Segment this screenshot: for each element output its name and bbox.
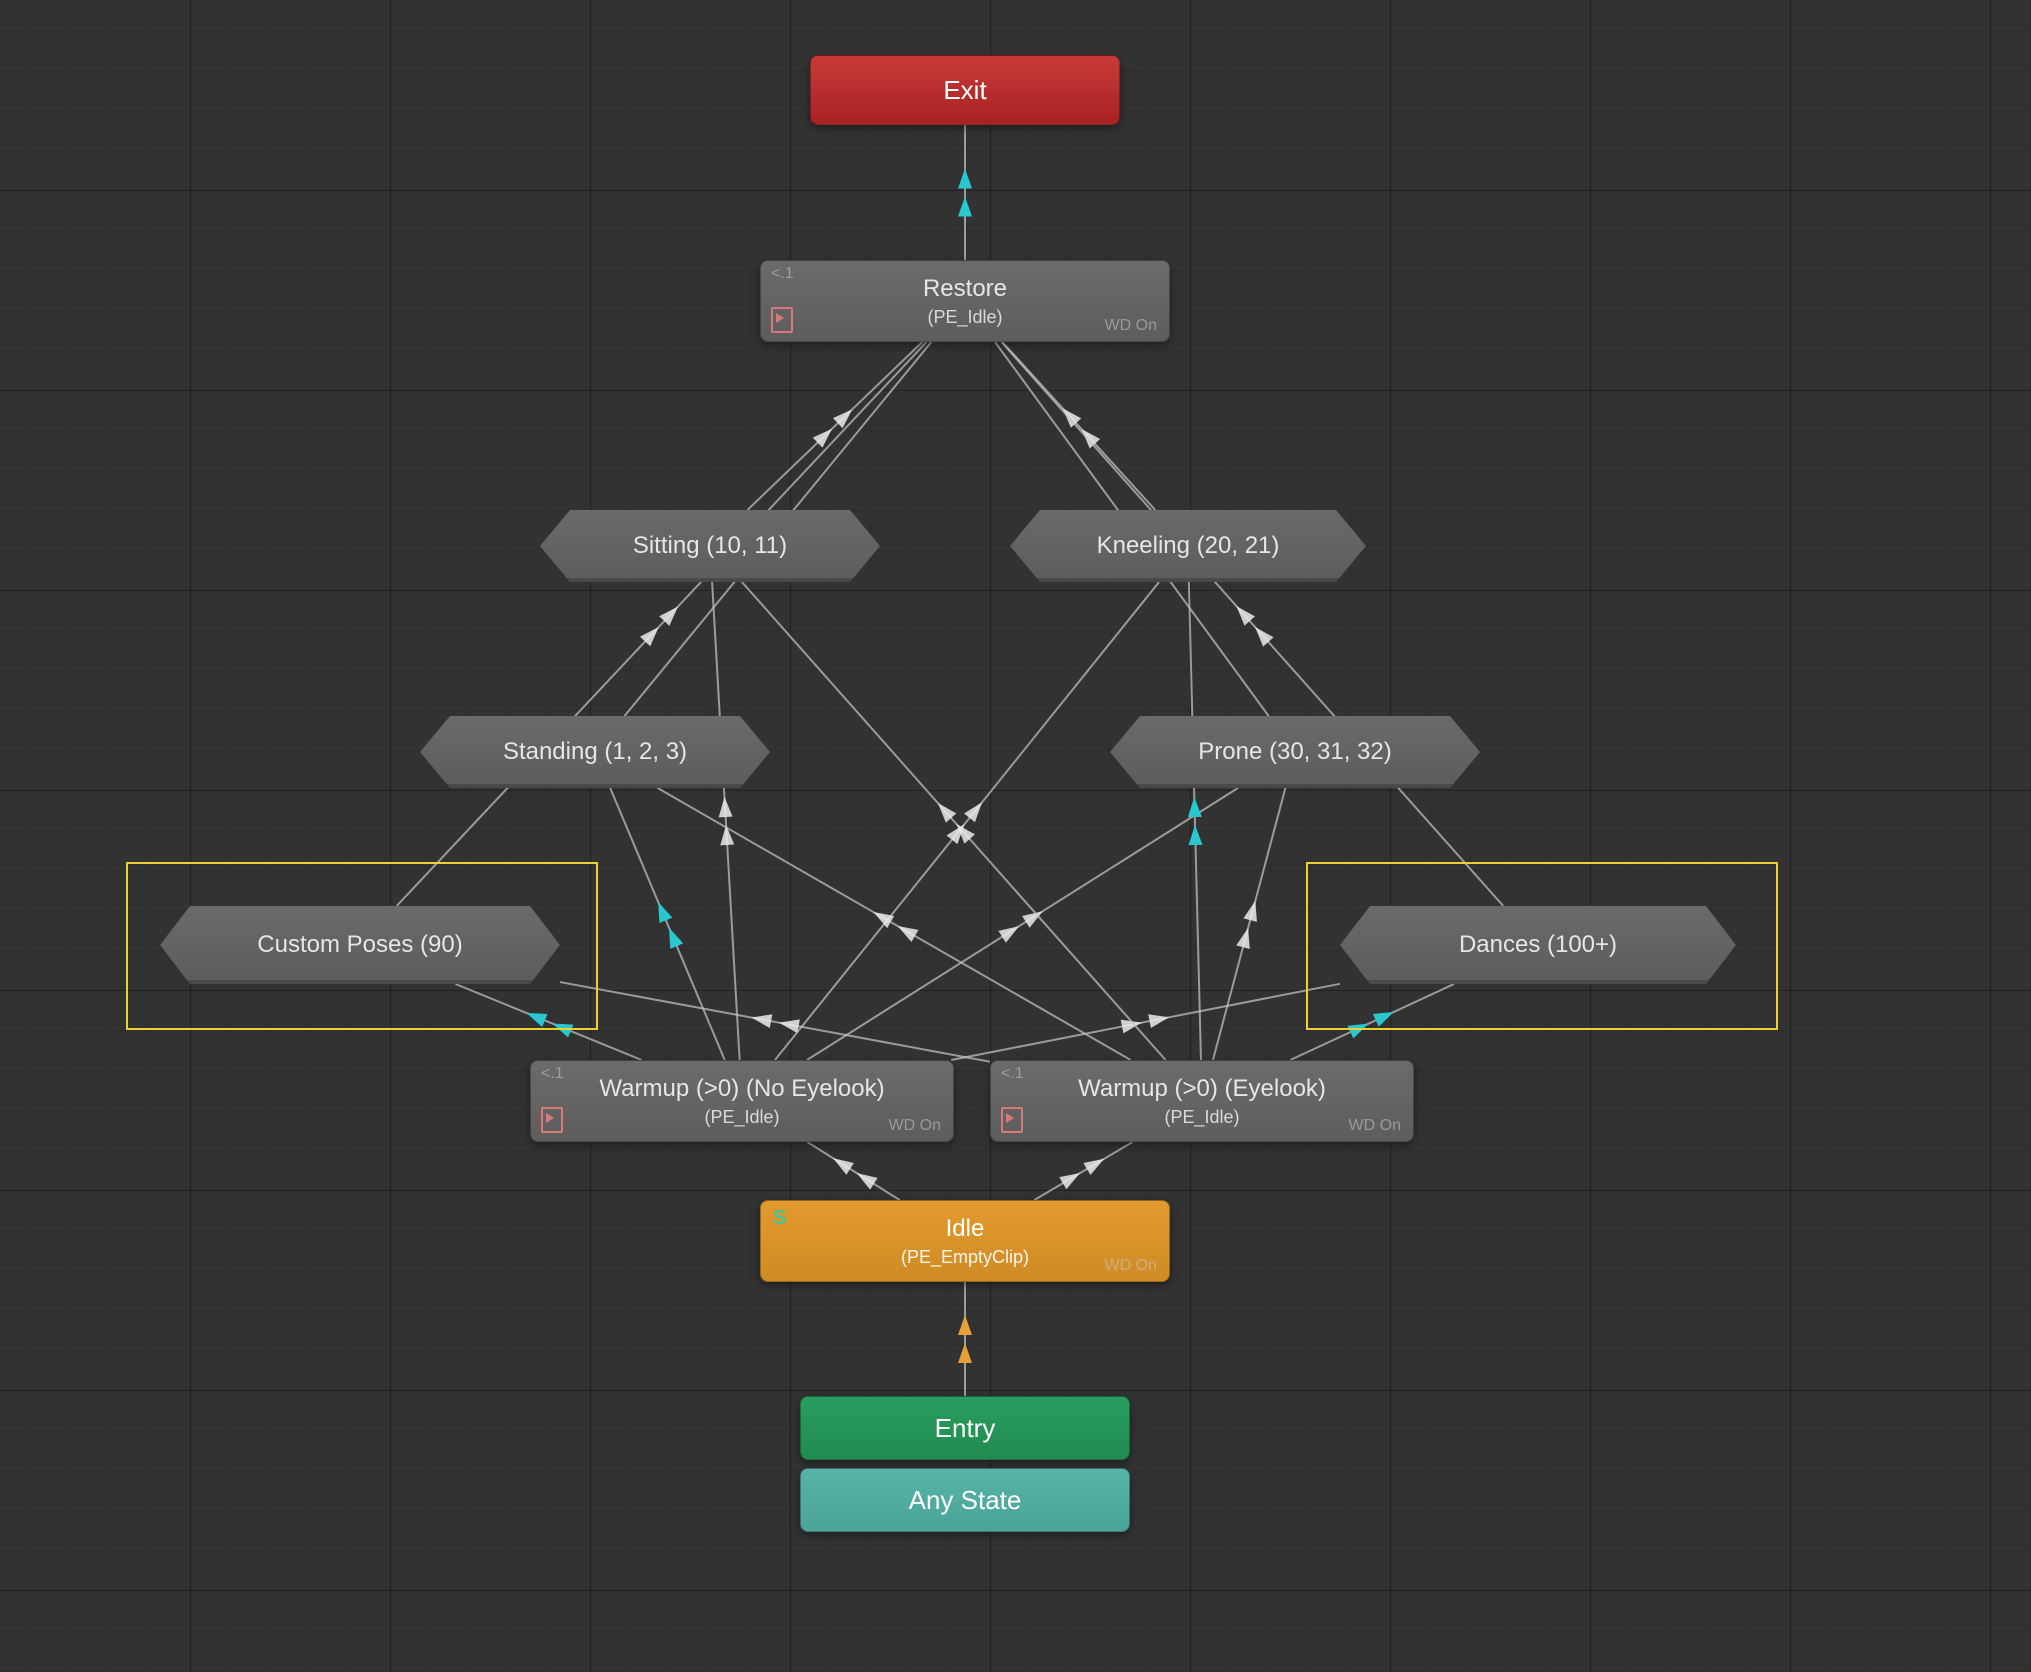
wd-on-label: WD On <box>1105 317 1157 335</box>
node-label: Dances (100+) <box>1459 931 1617 959</box>
node-label: Standing (1, 2, 3) <box>503 738 687 766</box>
node-label: Prone (30, 31, 32) <box>1198 738 1391 766</box>
node-label: Kneeling (20, 21) <box>1097 532 1280 560</box>
custom-poses-node[interactable]: Custom Poses (90) <box>160 906 560 984</box>
node-tag: S <box>773 1207 786 1230</box>
wd-on-label: WD On <box>889 1117 941 1135</box>
entry-node[interactable]: Entry <box>800 1396 1130 1460</box>
node-label: Any State <box>909 1485 1022 1516</box>
node-tag: <.1 <box>771 265 794 283</box>
warmup-no-eyelook-node[interactable]: <.1 Warmup (>0) (No Eyelook) (PE_Idle) W… <box>530 1060 954 1142</box>
prone-node[interactable]: Prone (30, 31, 32) <box>1110 716 1480 788</box>
motion-icon <box>541 1107 563 1133</box>
node-sub: (PE_Idle) <box>704 1107 779 1128</box>
standing-node[interactable]: Standing (1, 2, 3) <box>420 716 770 788</box>
node-sub: (PE_Idle) <box>1164 1107 1239 1128</box>
node-label: Sitting (10, 11) <box>633 532 787 560</box>
exit-node[interactable]: Exit <box>810 55 1120 125</box>
node-label: Warmup (>0) (No Eyelook) <box>599 1075 884 1103</box>
warmup-eyelook-node[interactable]: <.1 Warmup (>0) (Eyelook) (PE_Idle) WD O… <box>990 1060 1414 1142</box>
node-sub: (PE_Idle) <box>927 307 1002 328</box>
node-tag: <.1 <box>541 1065 564 1083</box>
node-label: Custom Poses (90) <box>257 931 462 959</box>
node-label: Entry <box>935 1413 996 1444</box>
motion-icon <box>1001 1107 1023 1133</box>
restore-node[interactable]: <.1 Restore (PE_Idle) WD On <box>760 260 1170 342</box>
wd-on-label: WD On <box>1105 1257 1157 1275</box>
wd-on-label: WD On <box>1349 1117 1401 1135</box>
dances-node[interactable]: Dances (100+) <box>1340 906 1736 984</box>
node-label: Restore <box>923 275 1007 303</box>
any-state-node[interactable]: Any State <box>800 1468 1130 1532</box>
node-label: Exit <box>943 75 986 106</box>
kneeling-node[interactable]: Kneeling (20, 21) <box>1010 510 1366 582</box>
node-sub: (PE_EmptyClip) <box>901 1247 1029 1268</box>
node-label: Idle <box>946 1215 985 1243</box>
node-label: Warmup (>0) (Eyelook) <box>1078 1075 1326 1103</box>
sitting-node[interactable]: Sitting (10, 11) <box>540 510 880 582</box>
animator-state-graph[interactable]: { "chart_data": { "type": "state-machine… <box>0 0 2031 1672</box>
motion-icon <box>771 307 793 333</box>
node-tag: <.1 <box>1001 1065 1024 1083</box>
idle-node[interactable]: S Idle (PE_EmptyClip) WD On <box>760 1200 1170 1282</box>
